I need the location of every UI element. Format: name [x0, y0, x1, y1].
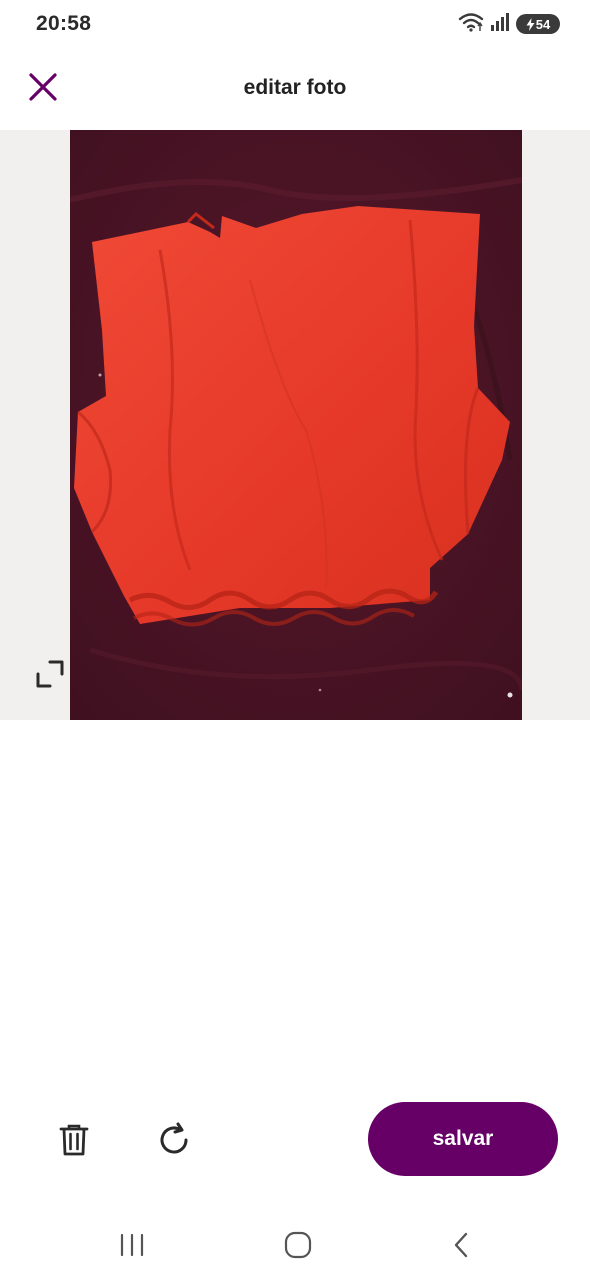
app-header: editar foto — [0, 48, 590, 130]
trash-icon — [59, 1124, 89, 1156]
status-bar: 20:58 54 — [0, 0, 590, 48]
garment-image — [70, 130, 522, 720]
product-photo — [70, 130, 522, 720]
photo-preview-area — [0, 130, 590, 720]
battery-charging-icon: 54 — [516, 14, 560, 34]
page-title: editar foto — [243, 76, 347, 99]
wifi-icon — [458, 12, 484, 37]
save-button[interactable]: salvar — [368, 1102, 558, 1176]
home-button[interactable] — [278, 1228, 318, 1262]
recent-apps-button[interactable] — [112, 1228, 152, 1262]
bolt-icon — [526, 17, 535, 31]
rotate-button[interactable] — [154, 1120, 194, 1160]
home-icon — [284, 1231, 312, 1259]
back-icon — [454, 1232, 468, 1258]
rotate-icon — [160, 1122, 188, 1154]
system-navigation-bar — [0, 1210, 590, 1280]
expand-icon — [36, 660, 64, 688]
status-icons: 54 — [458, 12, 560, 37]
status-time: 20:58 — [36, 12, 92, 35]
signal-icon — [490, 12, 510, 37]
recent-apps-icon — [120, 1233, 144, 1257]
edit-toolbar: salvar — [0, 1100, 590, 1180]
back-button[interactable] — [442, 1228, 482, 1262]
expand-button[interactable] — [30, 654, 70, 694]
battery-level: 54 — [535, 16, 551, 32]
delete-button[interactable] — [54, 1120, 94, 1160]
